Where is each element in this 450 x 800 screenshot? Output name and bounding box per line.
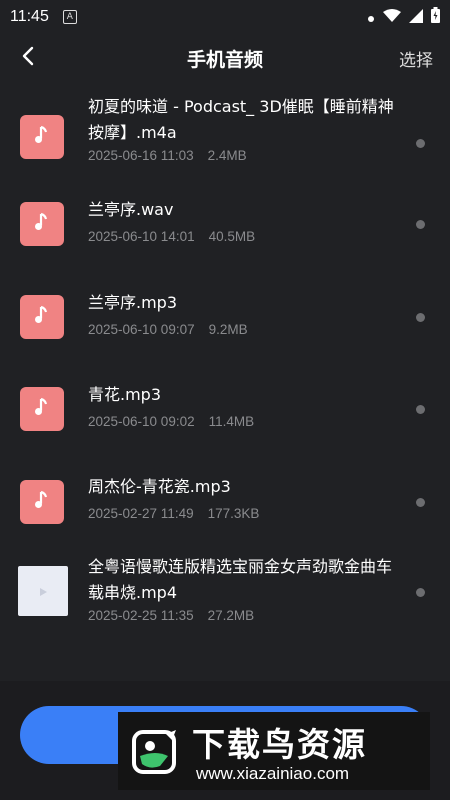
watermark-title: 下载鸟资源 [192, 725, 367, 764]
chevron-left-icon [21, 46, 35, 70]
page-title: 手机音频 [186, 48, 263, 71]
notification-icon: A [62, 10, 77, 24]
file-size: 177.3KB [207, 506, 260, 521]
status-icons [367, 7, 440, 27]
signal-icon [409, 8, 423, 27]
file-size: 27.2MB [207, 608, 255, 623]
play-icon [38, 582, 48, 601]
file-item[interactable]: 兰亭序.wav 2025-06-10 14:01 40.5MB [0, 179, 450, 272]
file-name: 青花.mp3 [88, 385, 162, 404]
audio-file-list: 初夏的味道 - Podcast_ 3D催眠【睡前精神按摩】.m4a 2025-0… [0, 86, 450, 652]
status-time: 11:45 [10, 8, 49, 25]
file-size: 2.4MB [207, 148, 247, 163]
file-info: 青花.mp3 2025-06-10 09:02 11.4MB [88, 382, 400, 429]
file-item[interactable]: 青花.mp3 2025-06-10 09:02 11.4MB [0, 364, 450, 456]
file-name: 全粤语慢歌连版精选宝丽金女声劲歌金曲车载串烧.mp4 [88, 557, 393, 602]
file-size: 11.4MB [208, 414, 255, 429]
dot-icon [367, 8, 375, 27]
back-button[interactable] [14, 44, 42, 72]
file-item[interactable]: 兰亭序.mp3 2025-06-10 09:07 9.2MB [0, 272, 450, 364]
watermark-overlay: 下载鸟资源 www.xiazainiao.com [118, 712, 430, 790]
file-info: 初夏的味道 - Podcast_ 3D催眠【睡前精神按摩】.m4a 2025-0… [88, 94, 400, 163]
file-date: 2025-02-25 11:35 [88, 608, 194, 623]
music-note-icon [33, 397, 51, 421]
audio-thumbnail [20, 295, 64, 339]
file-date: 2025-06-10 09:02 [88, 414, 195, 429]
file-meta: 2025-06-16 11:03 2.4MB [88, 148, 400, 163]
status-dot [416, 220, 425, 229]
file-item[interactable]: 初夏的味道 - Podcast_ 3D催眠【睡前精神按摩】.m4a 2025-0… [0, 86, 450, 179]
file-meta: 2025-06-10 14:01 40.5MB [88, 229, 400, 244]
status-dot [416, 313, 425, 322]
audio-thumbnail [20, 115, 64, 159]
file-item[interactable]: 周杰伦-青花瓷.mp3 2025-02-27 11:49 177.3KB [0, 456, 450, 549]
status-bar: 11:45 A [0, 0, 450, 34]
battery-icon [431, 7, 440, 27]
file-size: 40.5MB [208, 229, 256, 244]
status-dot [416, 139, 425, 148]
file-meta: 2025-06-10 09:02 11.4MB [88, 414, 400, 429]
music-note-icon [33, 490, 51, 514]
file-date: 2025-02-27 11:49 [88, 506, 194, 521]
file-date: 2025-06-16 11:03 [88, 148, 194, 163]
file-name: 初夏的味道 - Podcast_ 3D催眠【睡前精神按摩】.m4a [88, 97, 394, 142]
file-date: 2025-06-10 09:07 [88, 322, 195, 337]
music-note-icon [33, 212, 51, 236]
file-info: 兰亭序.wav 2025-06-10 14:01 40.5MB [88, 197, 400, 244]
file-meta: 2025-02-25 11:35 27.2MB [88, 608, 400, 623]
status-dot [416, 588, 425, 597]
file-date: 2025-06-10 14:01 [88, 229, 195, 244]
file-info: 全粤语慢歌连版精选宝丽金女声劲歌金曲车载串烧.mp4 2025-02-25 11… [88, 554, 400, 623]
select-button[interactable]: 选择 [399, 46, 433, 71]
file-meta: 2025-02-27 11:49 177.3KB [88, 506, 400, 521]
audio-thumbnail [20, 480, 64, 524]
file-name: 兰亭序.wav [88, 200, 174, 219]
audio-thumbnail [20, 202, 64, 246]
file-info: 兰亭序.mp3 2025-06-10 09:07 9.2MB [88, 290, 400, 337]
status-dot [416, 405, 425, 414]
file-meta: 2025-06-10 09:07 9.2MB [88, 322, 400, 337]
music-note-icon [33, 305, 51, 329]
file-item[interactable]: 全粤语慢歌连版精选宝丽金女声劲歌金曲车载串烧.mp4 2025-02-25 11… [0, 549, 450, 652]
video-thumbnail [18, 566, 68, 616]
file-name: 周杰伦-青花瓷.mp3 [88, 477, 231, 496]
music-note-icon [33, 125, 51, 149]
file-name: 兰亭序.mp3 [88, 293, 178, 312]
file-size: 9.2MB [208, 322, 248, 337]
wifi-icon [383, 8, 401, 27]
watermark-url: www.xiazainiao.com [196, 764, 350, 783]
audio-thumbnail [20, 387, 64, 431]
status-dot [416, 498, 425, 507]
bird-logo-icon [130, 726, 184, 780]
app-header: 手机音频 选择 [0, 34, 450, 82]
file-info: 周杰伦-青花瓷.mp3 2025-02-27 11:49 177.3KB [88, 474, 400, 521]
